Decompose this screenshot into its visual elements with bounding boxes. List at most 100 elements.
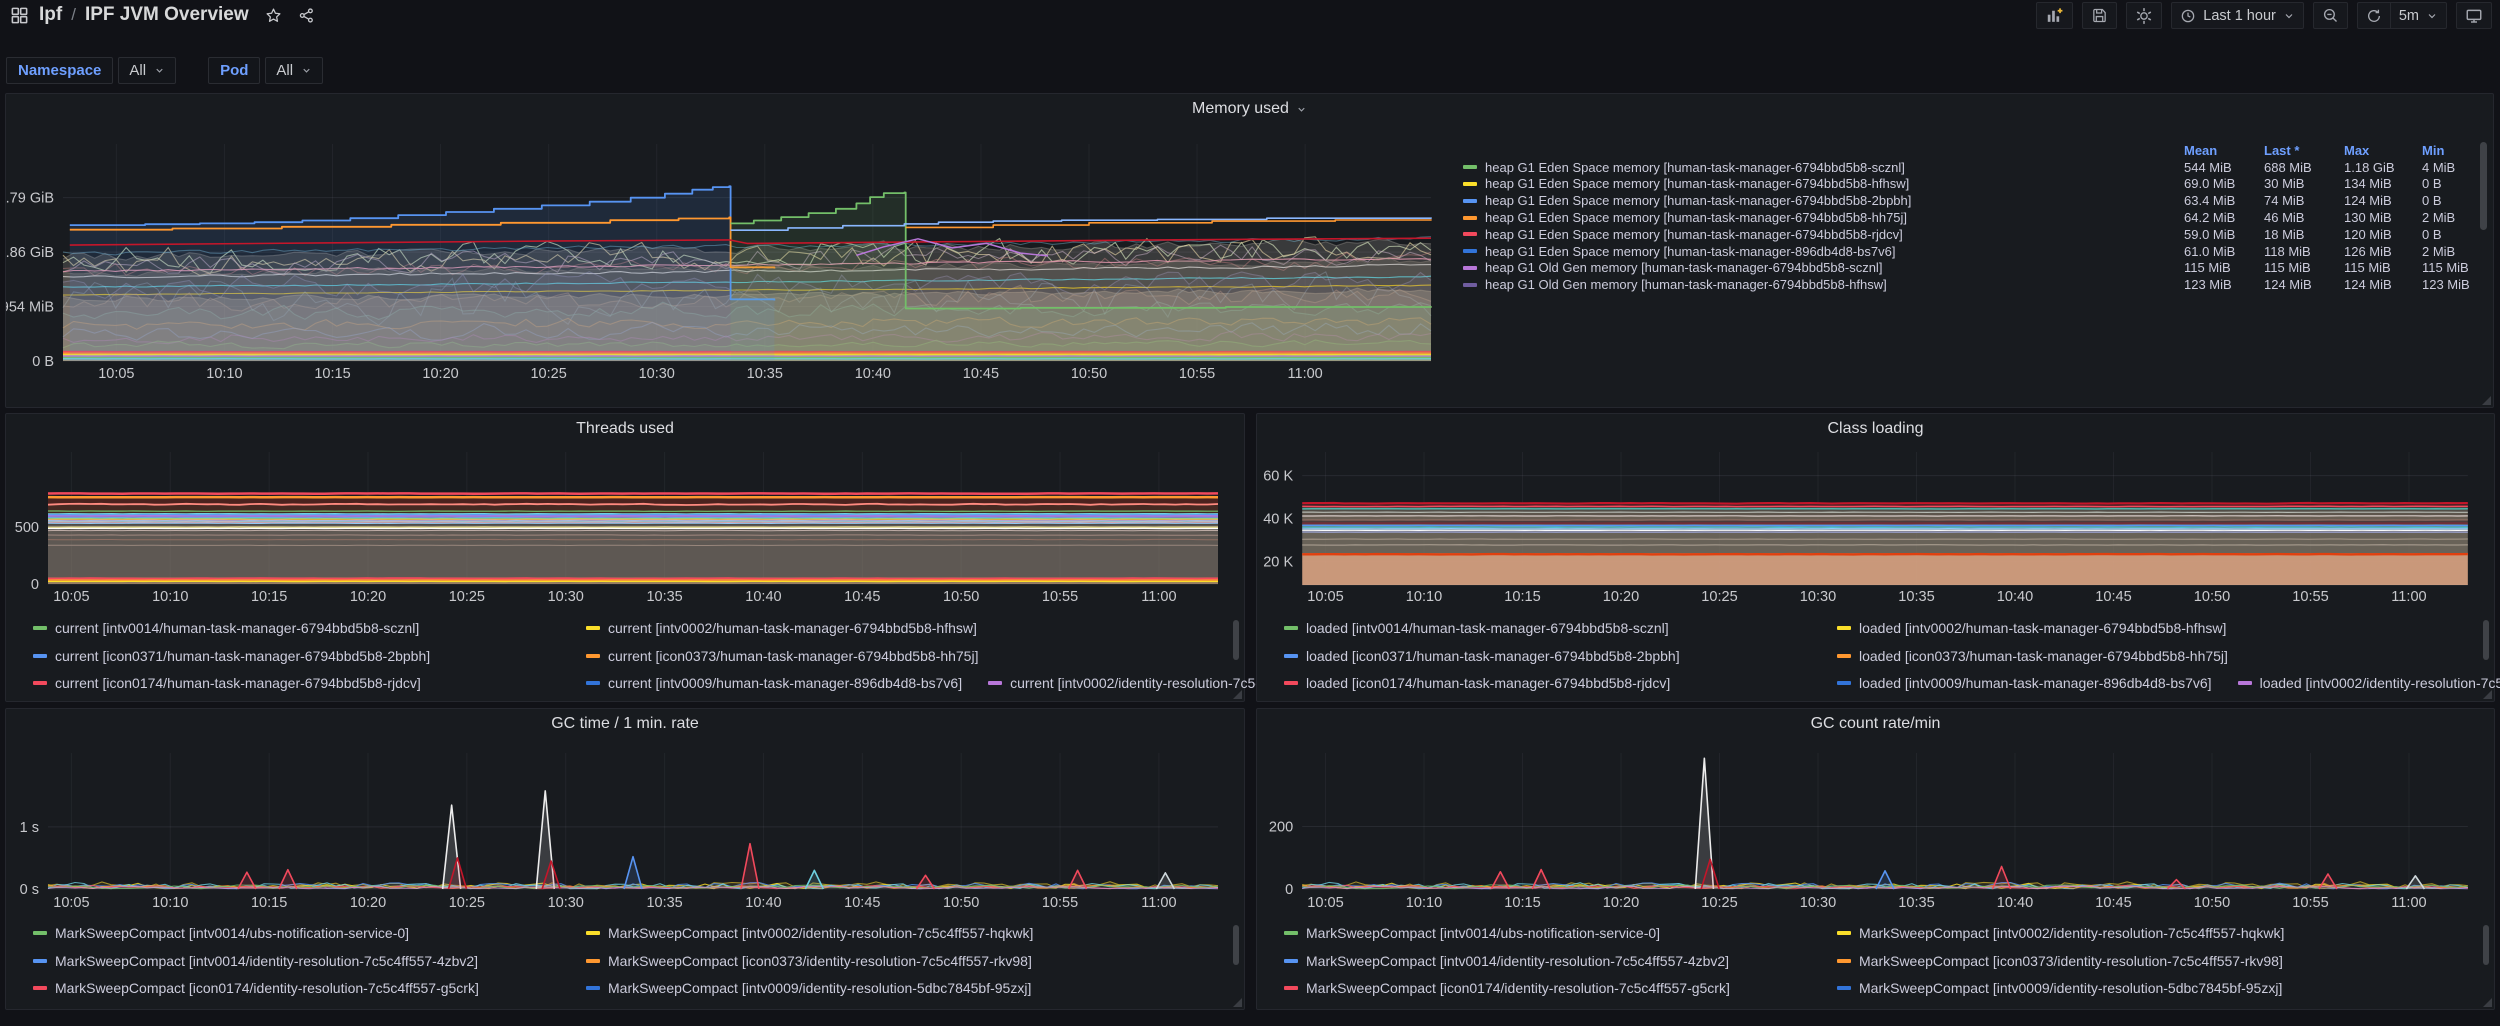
legend-scrollbar[interactable] (2483, 620, 2489, 660)
gc-count-chart[interactable]: 020010:0510:1010:1510:2010:2510:3010:351… (1257, 739, 2500, 911)
legend-col-last[interactable]: Last * (2264, 143, 2344, 158)
series-label: MarkSweepCompact [icon0373/identity-reso… (608, 953, 1032, 969)
legend-col-mean[interactable]: Mean (2184, 143, 2264, 158)
legend-item[interactable]: MarkSweepCompact [intv0014/identity-reso… (1284, 953, 1811, 969)
series-label: current [intv0002/human-task-manager-679… (608, 620, 977, 636)
cycle-view-button[interactable] (2456, 2, 2492, 29)
legend-item[interactable]: loaded [intv0002/human-task-manager-6794… (1837, 620, 2226, 636)
legend-item[interactable]: heap G1 Old Gen memory [human-task-manag… (1463, 277, 2184, 292)
legend-item[interactable]: MarkSweepCompact [icon0373/identity-reso… (1837, 953, 2283, 969)
legend-item[interactable]: MarkSweepCompact [intv0002/identity-reso… (586, 925, 1033, 941)
panel-resize-handle[interactable] (1232, 689, 1242, 699)
legend-scrollbar[interactable] (2483, 925, 2489, 965)
legend-col-min[interactable]: Min (2422, 143, 2485, 158)
legend-item[interactable]: current [icon0371/human-task-manager-679… (33, 648, 560, 664)
add-panel-button[interactable] (2036, 2, 2073, 29)
legend-item[interactable]: heap G1 Eden Space memory [human-task-ma… (1463, 193, 2184, 208)
legend-item[interactable]: heap G1 Eden Space memory [human-task-ma… (1463, 244, 2184, 259)
stat-last: 74 MiB (2264, 193, 2344, 208)
threads-chart[interactable]: 050010:0510:1010:1510:2010:2510:3010:351… (6, 444, 1251, 604)
gc-count-panel-title[interactable]: GC count rate/min (1257, 709, 2494, 739)
zoom-out-button[interactable] (2313, 2, 2348, 29)
legend-scrollbar[interactable] (2480, 142, 2487, 230)
legend-item[interactable]: loaded [icon0371/human-task-manager-6794… (1284, 648, 1811, 664)
dashboard-settings-button[interactable] (2126, 2, 2162, 29)
panel-resize-handle[interactable] (1232, 997, 1242, 1007)
gc-count-panel: GC count rate/min 020010:0510:1010:1510:… (1256, 708, 2495, 1010)
legend-item[interactable]: MarkSweepCompact [intv0014/ubs-notificat… (33, 925, 560, 941)
save-dashboard-button[interactable] (2082, 2, 2117, 29)
namespace-filter-dropdown[interactable]: All (118, 57, 176, 84)
legend-item[interactable]: loaded [intv0009/human-task-manager-896d… (1837, 675, 2212, 691)
legend-item[interactable]: heap G1 Old Gen memory [human-task-manag… (1463, 260, 2184, 275)
legend-col-max[interactable]: Max (2344, 143, 2422, 158)
namespace-filter-value: All (129, 62, 146, 79)
class-panel-title[interactable]: Class loading (1257, 414, 2494, 444)
legend-item[interactable]: MarkSweepCompact [intv0009/identity-reso… (1837, 980, 2282, 996)
svg-text:10:15: 10:15 (251, 895, 287, 911)
legend-row: MarkSweepCompact [intv0014/identity-reso… (1284, 953, 2464, 969)
stat-mean: 115 MiB (2184, 260, 2264, 275)
legend-item[interactable]: loaded [intv0002/identity-resolution-7c5… (2238, 675, 2500, 691)
legend-item[interactable]: MarkSweepCompact [icon0174/identity-reso… (33, 980, 560, 996)
series-label: heap G1 Eden Space memory [human-task-ma… (1485, 227, 1903, 242)
legend-item[interactable]: heap G1 Eden Space memory [human-task-ma… (1463, 160, 2184, 175)
legend-item[interactable]: MarkSweepCompact [icon0373/identity-reso… (586, 953, 1032, 969)
svg-text:10:40: 10:40 (1997, 589, 2033, 604)
legend-row: current [intv0014/human-task-manager-679… (33, 620, 1214, 636)
panel-resize-handle[interactable] (2482, 689, 2492, 699)
series-color-swatch (1284, 626, 1298, 630)
legend-item[interactable]: MarkSweepCompact [icon0174/identity-reso… (1284, 980, 1811, 996)
time-range-picker[interactable]: Last 1 hour (2171, 2, 2304, 29)
stat-max: 124 MiB (2344, 193, 2422, 208)
pod-filter-dropdown[interactable]: All (265, 57, 323, 84)
class-loading-chart[interactable]: 20 K40 K60 K10:0510:1010:1510:2010:2510:… (1257, 444, 2500, 604)
apps-grid-icon[interactable] (10, 6, 29, 25)
legend-item[interactable]: MarkSweepCompact [intv0014/identity-reso… (33, 953, 560, 969)
share-icon[interactable] (298, 7, 315, 24)
legend-item[interactable]: current [intv0009/human-task-manager-896… (586, 675, 962, 691)
gc-time-panel-title[interactable]: GC time / 1 min. rate (6, 709, 1244, 739)
stat-min: 2 MiB (2422, 244, 2485, 259)
legend-item[interactable]: MarkSweepCompact [intv0002/identity-reso… (1837, 925, 2284, 941)
panel-resize-handle[interactable] (2481, 395, 2491, 405)
refresh-button[interactable] (2357, 2, 2390, 29)
legend-item[interactable]: heap G1 Eden Space memory [human-task-ma… (1463, 227, 2184, 242)
refresh-interval-dropdown[interactable]: 5m (2390, 2, 2447, 29)
svg-text:500: 500 (15, 520, 39, 536)
breadcrumb-folder[interactable]: Ipf (39, 4, 62, 26)
legend-row: loaded [icon0174/human-task-manager-6794… (1284, 675, 2464, 691)
legend-item[interactable]: loaded [intv0014/human-task-manager-6794… (1284, 620, 1811, 636)
panel-resize-handle[interactable] (2482, 997, 2492, 1007)
svg-text:10:25: 10:25 (449, 589, 485, 604)
legend-row: MarkSweepCompact [intv0014/identity-reso… (33, 953, 1214, 969)
stat-min: 115 MiB (2422, 260, 2485, 275)
legend-item[interactable]: current [icon0373/human-task-manager-679… (586, 648, 978, 664)
legend-item[interactable]: current [icon0174/human-task-manager-679… (33, 675, 560, 691)
star-icon[interactable] (265, 7, 282, 24)
legend-item[interactable]: current [intv0014/human-task-manager-679… (33, 620, 560, 636)
legend-item[interactable]: heap G1 Eden Space memory [human-task-ma… (1463, 210, 2184, 225)
legend-item[interactable]: MarkSweepCompact [intv0009/identity-reso… (586, 980, 1031, 996)
table-row: heap G1 Eden Space memory [human-task-ma… (1463, 243, 2485, 260)
legend-scrollbar[interactable] (1233, 925, 1239, 965)
svg-text:10:35: 10:35 (1898, 589, 1934, 604)
stat-mean: 64.2 MiB (2184, 210, 2264, 225)
stat-last: 688 MiB (2264, 160, 2344, 175)
legend-item[interactable]: MarkSweepCompact [intv0014/ubs-notificat… (1284, 925, 1811, 941)
legend-item[interactable]: loaded [icon0174/human-task-manager-6794… (1284, 675, 1811, 691)
svg-text:10:55: 10:55 (1179, 366, 1215, 382)
legend-scrollbar[interactable] (1233, 620, 1239, 660)
svg-text:10:30: 10:30 (639, 366, 675, 382)
legend-item[interactable]: current [intv0002/human-task-manager-679… (586, 620, 977, 636)
series-label: current [icon0373/human-task-manager-679… (608, 648, 978, 664)
threads-panel-title[interactable]: Threads used (6, 414, 1244, 444)
stat-min: 0 B (2422, 176, 2485, 191)
legend-item[interactable]: loaded [icon0373/human-task-manager-6794… (1837, 648, 2228, 664)
legend-item[interactable]: heap G1 Eden Space memory [human-task-ma… (1463, 176, 2184, 191)
stat-last: 124 MiB (2264, 277, 2344, 292)
gc-time-chart[interactable]: 0 s1 s10:0510:1010:1510:2010:2510:3010:3… (6, 739, 1251, 911)
memory-chart[interactable]: 0 B954 MiB1.86 GiB2.79 GiB10:0510:1010:1… (6, 124, 1456, 386)
svg-text:11:00: 11:00 (1141, 589, 1176, 604)
memory-panel-title[interactable]: Memory used (6, 94, 2493, 124)
